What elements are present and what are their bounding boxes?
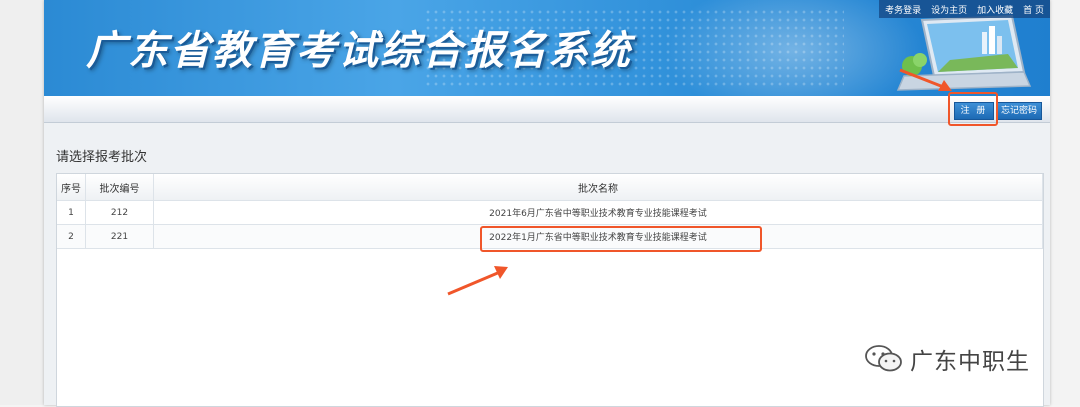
system-title: 广东省教育考试综合报名系统	[86, 27, 632, 74]
row-batch-no: 221	[85, 224, 154, 249]
page-margin-right	[1050, 0, 1080, 405]
section-title: 请选择报考批次	[56, 150, 148, 165]
arrow-to-batch-icon	[447, 266, 508, 296]
top-links: 考务登录 设为主页 加入收藏 首 页	[879, 0, 1050, 18]
register-highlight-box	[948, 92, 998, 126]
table-row[interactable]: 1 212 2021年6月广东省中等职业技术教育专业技能课程考试	[57, 200, 1043, 225]
home-link[interactable]: 首 页	[1023, 3, 1044, 16]
add-favorite-link[interactable]: 加入收藏	[977, 3, 1013, 16]
page-margin-left	[0, 0, 44, 405]
column-header-index: 序号	[57, 174, 86, 201]
set-homepage-link[interactable]: 设为主页	[931, 3, 967, 16]
row-batch-name-link[interactable]: 2021年6月广东省中等职业技术教育专业技能课程考试	[153, 200, 1043, 225]
row-index: 1	[57, 200, 86, 225]
batch-highlight-box	[480, 226, 762, 252]
watermark-text: 广东中职生	[910, 349, 1030, 375]
row-batch-no: 212	[85, 200, 154, 225]
arrow-to-register-icon	[899, 68, 952, 91]
table-header-row: 序号 批次编号 批次名称	[57, 174, 1043, 201]
column-header-batch-name: 批次名称	[153, 174, 1043, 201]
nav-bar	[44, 96, 1050, 123]
column-header-batch-no: 批次编号	[85, 174, 154, 201]
exam-login-link[interactable]: 考务登录	[885, 3, 921, 16]
forgot-password-button[interactable]: 忘记密码	[996, 102, 1042, 120]
wechat-icon	[865, 345, 902, 372]
watermark: 广东中职生	[864, 342, 1030, 376]
row-index: 2	[57, 224, 86, 249]
